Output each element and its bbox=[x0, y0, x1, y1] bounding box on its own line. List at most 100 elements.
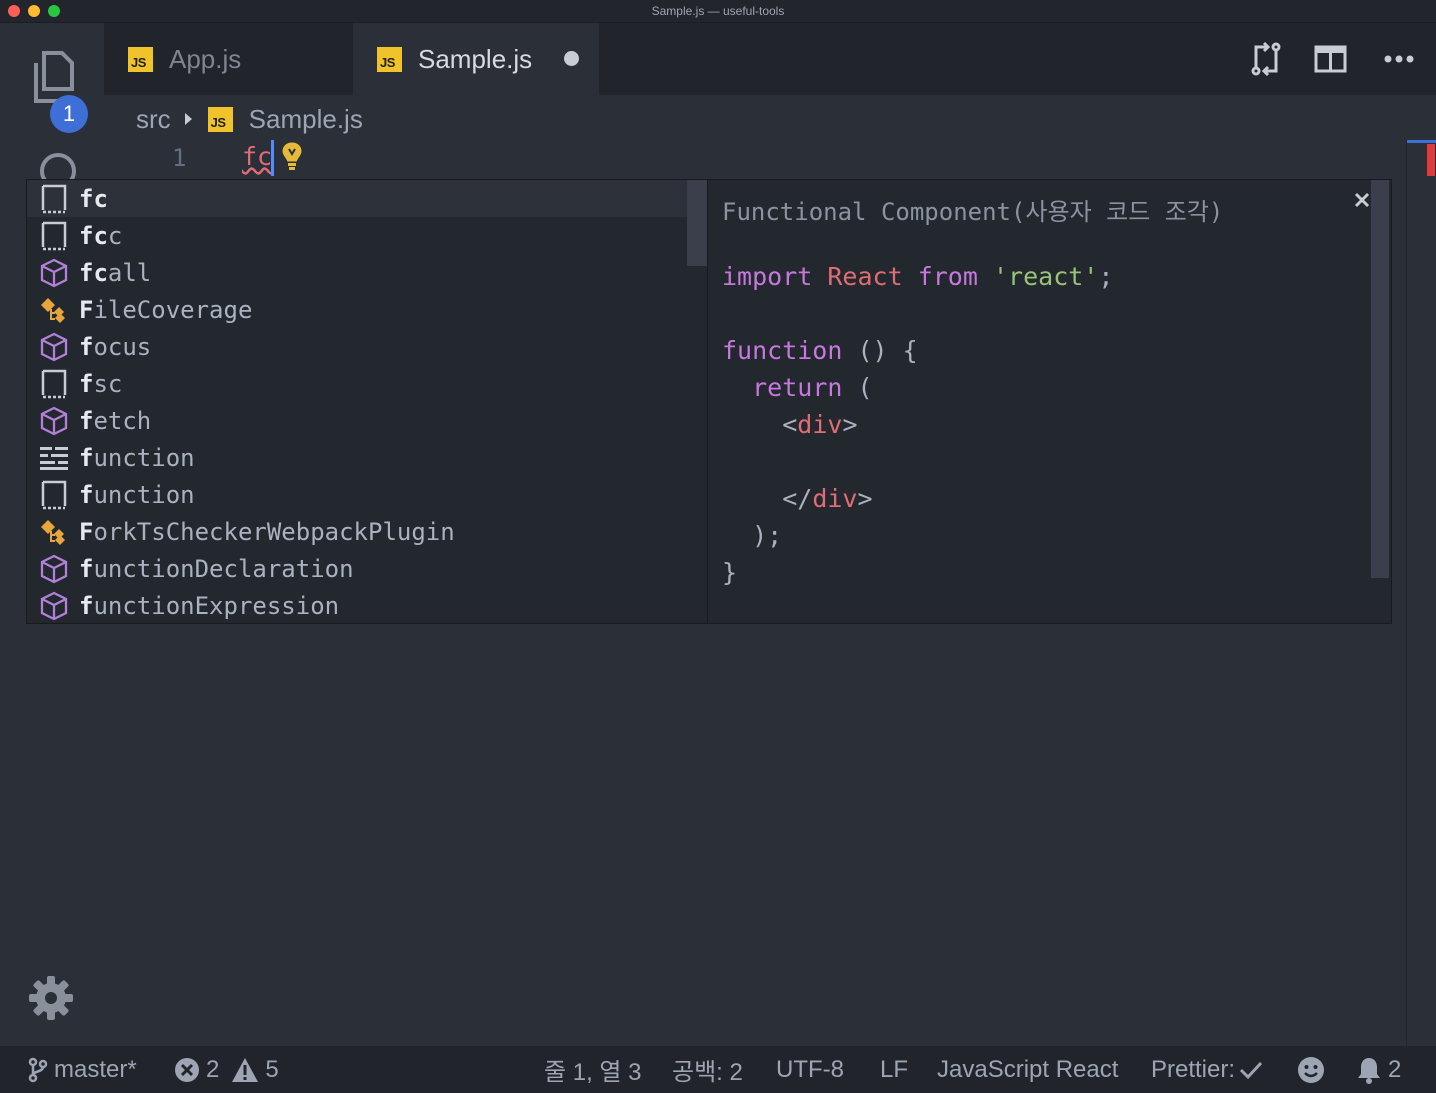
code-parens: () { bbox=[857, 336, 918, 365]
unsaved-dot-icon[interactable] bbox=[564, 51, 579, 66]
suggestion-rest: all bbox=[107, 258, 152, 287]
encoding-status[interactable]: UTF-8 bbox=[776, 1046, 844, 1093]
suggestion-item[interactable]: fcc bbox=[27, 217, 687, 254]
suggestion-rest: c bbox=[107, 221, 123, 250]
close-details-button[interactable] bbox=[1352, 190, 1372, 210]
suggestion-rest: etch bbox=[93, 406, 152, 435]
prettier-status[interactable]: Prettier: bbox=[1151, 1046, 1263, 1093]
suggestion-item[interactable]: functionExpression bbox=[27, 587, 687, 623]
settings-button[interactable] bbox=[26, 973, 78, 1025]
feedback-button[interactable] bbox=[1297, 1046, 1325, 1093]
code-line-text[interactable]: fc bbox=[242, 142, 272, 171]
suggestion-item[interactable]: functionDeclaration bbox=[27, 550, 687, 587]
snippet-icon bbox=[39, 480, 69, 510]
suggestion-rest: orkTsCheckerWebpackPlugin bbox=[93, 517, 455, 546]
source-control-compare-icon bbox=[1251, 41, 1281, 77]
suggestion-label: functionDeclaration bbox=[79, 555, 354, 583]
suggestion-item[interactable]: ForkTsCheckerWebpackPlugin bbox=[27, 513, 687, 550]
more-actions-button[interactable] bbox=[1382, 49, 1418, 69]
tab-sample-js[interactable]: JS Sample.js bbox=[353, 23, 599, 95]
language-status[interactable]: JavaScript React bbox=[937, 1046, 1118, 1093]
suggestion-match: f bbox=[79, 554, 94, 583]
notifications-status[interactable]: 2 bbox=[1356, 1046, 1401, 1093]
breadcrumb-folder[interactable]: src bbox=[136, 104, 171, 135]
code-close-paren-line: ); bbox=[722, 521, 782, 550]
suggestion-item[interactable]: function bbox=[27, 476, 687, 513]
suggestion-label: focus bbox=[79, 333, 151, 361]
suggestion-list[interactable]: fc fcc fcall FileCoverage focus fsc fetch funct… bbox=[26, 179, 708, 624]
search-button[interactable] bbox=[36, 151, 80, 179]
suggestion-match: fc bbox=[79, 221, 108, 250]
code-from-keyword: from bbox=[917, 262, 978, 291]
suggestion-scrollbar[interactable] bbox=[687, 180, 707, 266]
code-gt: > bbox=[842, 410, 858, 439]
suggestion-label: ForkTsCheckerWebpackPlugin bbox=[79, 518, 455, 546]
suggestion-label: fetch bbox=[79, 407, 151, 435]
editor-tabs: JS App.js JS Sample.js bbox=[104, 23, 1436, 95]
smiley-icon bbox=[1298, 1056, 1324, 1083]
suggestion-item[interactable]: fcall bbox=[27, 254, 687, 291]
tab-app-js[interactable]: JS App.js bbox=[104, 23, 352, 95]
code-close-lt: </ bbox=[782, 484, 813, 513]
code-return-keyword: return bbox=[752, 373, 843, 402]
status-bar: master* 2 5 줄 1, 열 3 공백: 2 UTF-8 LF Java… bbox=[0, 1046, 1436, 1093]
code-close-brace: } bbox=[722, 558, 738, 587]
code-import-keyword: import bbox=[722, 262, 813, 291]
lightbulb-button[interactable] bbox=[280, 140, 304, 172]
code-close-brace-line: } bbox=[722, 558, 737, 587]
split-editor-icon bbox=[1314, 45, 1347, 73]
eol-status[interactable]: LF bbox=[880, 1046, 908, 1093]
suggestion-item[interactable]: function bbox=[27, 439, 687, 476]
split-editor-button[interactable] bbox=[1314, 43, 1348, 75]
suggestion-label: fcall bbox=[79, 259, 151, 287]
typed-text: fc bbox=[242, 142, 273, 171]
details-header: Functional Component(사용자 코드 조각) bbox=[722, 198, 1224, 226]
cursor bbox=[271, 140, 274, 176]
breadcrumb-file[interactable]: Sample.js bbox=[249, 104, 363, 135]
property-cube-icon bbox=[39, 332, 69, 362]
suggestion-label: functionExpression bbox=[79, 592, 339, 620]
suggestion-rest: unction bbox=[93, 480, 195, 509]
problems-status[interactable]: 2 5 bbox=[174, 1046, 279, 1093]
suggestion-rest: ocus bbox=[93, 332, 152, 361]
branch-name: master* bbox=[54, 1055, 137, 1083]
code-semicolon: ; bbox=[1098, 262, 1114, 291]
suggestion-match: F bbox=[79, 517, 94, 546]
suggestion-match: f bbox=[79, 369, 94, 398]
title-bar: Sample.js — useful-tools bbox=[0, 0, 1436, 23]
suggestion-item[interactable]: focus bbox=[27, 328, 687, 365]
more-actions-icon bbox=[1384, 55, 1414, 63]
property-cube-icon bbox=[39, 406, 69, 436]
suggestion-match: f bbox=[79, 406, 94, 435]
branch-status[interactable]: master* bbox=[28, 1046, 137, 1093]
code-react-identifier: React bbox=[827, 262, 903, 291]
suggestion-match: f bbox=[79, 332, 94, 361]
overview-ruler[interactable] bbox=[1406, 140, 1436, 1046]
open-changes-button[interactable] bbox=[1248, 41, 1284, 77]
indentation-status[interactable]: 공백: 2 bbox=[672, 1046, 743, 1093]
suggestion-item[interactable]: fsc bbox=[27, 365, 687, 402]
suggestion-item[interactable]: FileCoverage bbox=[27, 291, 687, 328]
tab-label: App.js bbox=[169, 43, 242, 74]
suggestion-rest: unction bbox=[93, 443, 195, 472]
suggestion-match: F bbox=[79, 295, 94, 324]
suggestion-match: f bbox=[79, 443, 94, 472]
cursor-position-status[interactable]: 줄 1, 열 3 bbox=[544, 1046, 642, 1093]
suggestion-match: f bbox=[79, 591, 94, 620]
class-icon bbox=[39, 295, 69, 325]
search-icon bbox=[40, 153, 76, 179]
class-icon bbox=[39, 517, 69, 547]
details-scrollbar[interactable] bbox=[1371, 180, 1389, 578]
line-number: 1 bbox=[172, 144, 187, 172]
suggestion-label: fcc bbox=[79, 222, 122, 250]
property-cube-icon bbox=[39, 591, 69, 621]
suggestion-item[interactable]: fetch bbox=[27, 402, 687, 439]
ruler-cursor-marker bbox=[1407, 140, 1436, 143]
suggestion-item[interactable]: fc bbox=[27, 180, 687, 217]
suggestion-rest: unctionDeclaration bbox=[93, 554, 354, 583]
explorer-button[interactable]: 1 bbox=[26, 45, 90, 133]
warning-count: 5 bbox=[265, 1055, 279, 1083]
suggestion-label: function bbox=[79, 481, 195, 509]
code-import-line: import React from 'react'; bbox=[722, 262, 1113, 291]
suggestion-label: fc bbox=[79, 185, 108, 213]
